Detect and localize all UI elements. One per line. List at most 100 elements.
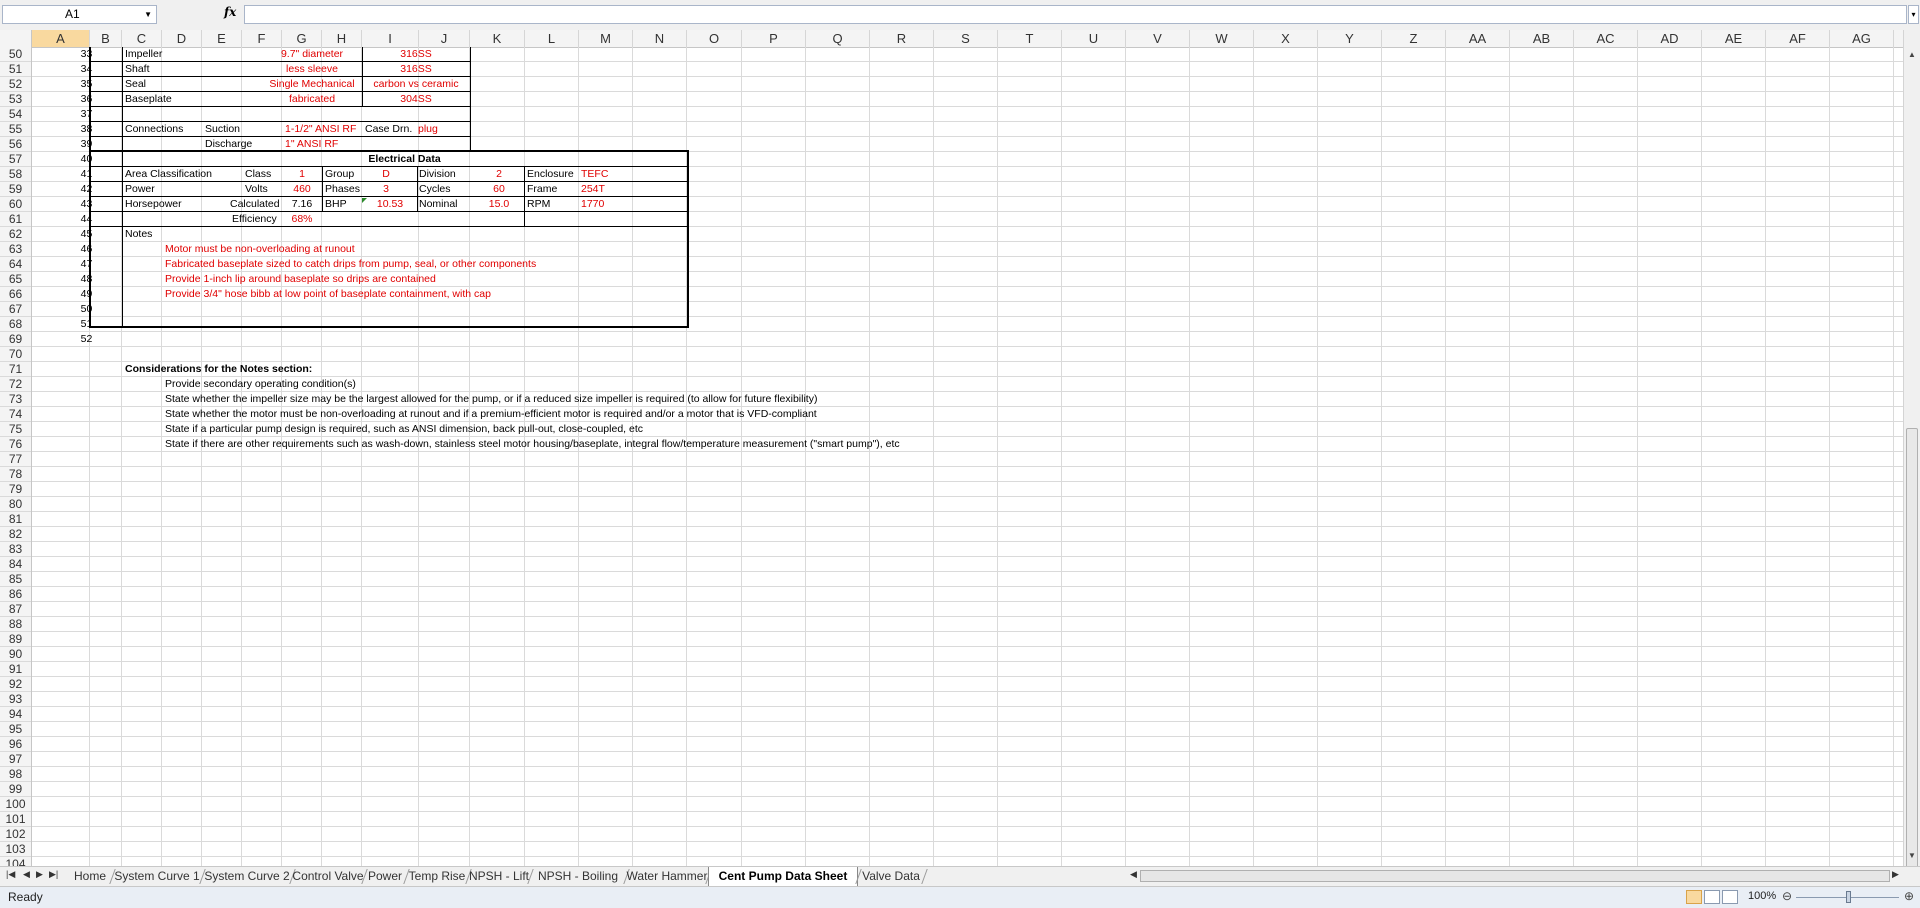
cell-efficiency-val[interactable]: 68% bbox=[282, 212, 322, 226]
cell-phases-label[interactable]: Phases bbox=[325, 182, 360, 196]
cell-line-34[interactable]: 34 bbox=[74, 62, 99, 76]
column-header-ab[interactable]: AB bbox=[1510, 30, 1574, 47]
row-header-75[interactable]: 75 bbox=[0, 422, 31, 437]
row-header-98[interactable]: 98 bbox=[0, 767, 31, 782]
cell-phases-val[interactable]: 3 bbox=[362, 182, 410, 196]
zoom-slider-knob[interactable] bbox=[1846, 891, 1851, 903]
row-header-59[interactable]: 59 bbox=[0, 182, 31, 197]
zoom-out-icon[interactable]: ⊖ bbox=[1782, 889, 1792, 903]
cell-class-val[interactable]: 1 bbox=[282, 167, 322, 181]
consideration-item[interactable]: State whether the impeller size may be t… bbox=[165, 392, 817, 406]
cell-line-51[interactable]: 51 bbox=[74, 317, 99, 331]
cell-line-48[interactable]: 48 bbox=[74, 272, 99, 286]
column-header-k[interactable]: K bbox=[470, 30, 525, 47]
row-header-55[interactable]: 55 bbox=[0, 122, 31, 137]
column-header-a[interactable]: A bbox=[32, 30, 90, 47]
cell-baseplate-val1[interactable]: fabricated bbox=[262, 92, 362, 106]
cell-area-label[interactable]: Area Classification bbox=[125, 167, 212, 181]
cell-enclosure-label[interactable]: Enclosure bbox=[527, 167, 574, 181]
row-header-89[interactable]: 89 bbox=[0, 632, 31, 647]
cell-group-label[interactable]: Group bbox=[325, 167, 354, 181]
row-header-95[interactable]: 95 bbox=[0, 722, 31, 737]
cell-line-49[interactable]: 49 bbox=[74, 287, 99, 301]
electrical-title[interactable]: Electrical Data bbox=[122, 152, 687, 166]
row-header-82[interactable]: 82 bbox=[0, 527, 31, 542]
row-header-94[interactable]: 94 bbox=[0, 707, 31, 722]
consideration-item[interactable]: Provide secondary operating condition(s) bbox=[165, 377, 356, 391]
column-header-w[interactable]: W bbox=[1190, 30, 1254, 47]
note-item[interactable]: Motor must be non-overloading at runout bbox=[165, 242, 355, 256]
column-header-u[interactable]: U bbox=[1062, 30, 1126, 47]
row-header-97[interactable]: 97 bbox=[0, 752, 31, 767]
row-header-52[interactable]: 52 bbox=[0, 77, 31, 92]
fx-icon[interactable]: fx bbox=[224, 5, 236, 19]
column-header-j[interactable]: J bbox=[419, 30, 470, 47]
note-item[interactable]: Fabricated baseplate sized to catch drip… bbox=[165, 257, 536, 271]
cell-baseplate-val2[interactable]: 304SS bbox=[362, 92, 470, 106]
row-header-80[interactable]: 80 bbox=[0, 497, 31, 512]
column-header-g[interactable]: G bbox=[282, 30, 322, 47]
cell-frame-val[interactable]: 254T bbox=[581, 182, 605, 196]
cell-bhp-label[interactable]: BHP bbox=[325, 197, 347, 211]
row-header-85[interactable]: 85 bbox=[0, 572, 31, 587]
cell-hp-label[interactable]: Horsepower bbox=[125, 197, 182, 211]
sheet-tab-npsh-boiling-liq[interactable]: NPSH - Boiling Liq bbox=[530, 867, 626, 902]
cell-nominal-val[interactable]: 15.0 bbox=[474, 197, 524, 211]
sheet-tab-cent-pump-data-sheet[interactable]: Cent Pump Data Sheet bbox=[708, 867, 858, 886]
row-header-83[interactable]: 83 bbox=[0, 542, 31, 557]
column-header-i[interactable]: I bbox=[362, 30, 419, 47]
row-header-93[interactable]: 93 bbox=[0, 692, 31, 707]
cell-rpm-val[interactable]: 1770 bbox=[581, 197, 604, 211]
cell-shaft-label[interactable]: Shaft bbox=[125, 62, 150, 76]
row-header-101[interactable]: 101 bbox=[0, 812, 31, 827]
cell-seal-val1[interactable]: Single Mechanical bbox=[262, 77, 362, 91]
sheet-tab-water-hammer[interactable]: Water Hammer bbox=[626, 867, 708, 886]
cell-shaft-val2[interactable]: 316SS bbox=[362, 62, 470, 76]
row-header-57[interactable]: 57 bbox=[0, 152, 31, 167]
vertical-scroll-thumb[interactable] bbox=[1906, 428, 1918, 888]
sheet-tab-valve-data[interactable]: Valve Data bbox=[858, 867, 924, 886]
row-header-50[interactable]: 50 bbox=[0, 47, 31, 62]
column-header-p[interactable]: P bbox=[742, 30, 806, 47]
cell-impeller-val2[interactable]: 316SS bbox=[362, 47, 470, 61]
note-item[interactable]: Provide 1-inch lip around baseplate so d… bbox=[165, 272, 436, 286]
cell-calculated-val[interactable]: 7.16 bbox=[282, 197, 322, 211]
row-header-69[interactable]: 69 bbox=[0, 332, 31, 347]
row-header-103[interactable]: 103 bbox=[0, 842, 31, 857]
cell-power-label[interactable]: Power bbox=[125, 182, 155, 196]
scroll-up-icon[interactable]: ▲ bbox=[1904, 47, 1920, 63]
column-header-x[interactable]: X bbox=[1254, 30, 1318, 47]
cell-division-val[interactable]: 2 bbox=[474, 167, 524, 181]
cell-line-50[interactable]: 50 bbox=[74, 302, 99, 316]
cell-line-35[interactable]: 35 bbox=[74, 77, 99, 91]
column-header-d[interactable]: D bbox=[162, 30, 202, 47]
row-header-58[interactable]: 58 bbox=[0, 167, 31, 182]
formula-input[interactable] bbox=[244, 5, 1907, 24]
cell-line-52[interactable]: 52 bbox=[74, 332, 99, 346]
row-header-53[interactable]: 53 bbox=[0, 92, 31, 107]
column-header-e[interactable]: E bbox=[202, 30, 242, 47]
row-header-56[interactable]: 56 bbox=[0, 137, 31, 152]
cell-discharge-val[interactable]: 1" ANSI RF bbox=[285, 137, 338, 151]
sheet-tab-control-valve[interactable]: Control Valve bbox=[292, 867, 364, 886]
row-header-91[interactable]: 91 bbox=[0, 662, 31, 677]
cell-cycles-val[interactable]: 60 bbox=[474, 182, 524, 196]
row-header-99[interactable]: 99 bbox=[0, 782, 31, 797]
row-header-70[interactable]: 70 bbox=[0, 347, 31, 362]
scroll-down-icon[interactable]: ▼ bbox=[1904, 848, 1920, 864]
row-header-86[interactable]: 86 bbox=[0, 587, 31, 602]
cell-connections-label[interactable]: Connections bbox=[125, 122, 183, 136]
column-header-aa[interactable]: AA bbox=[1446, 30, 1510, 47]
row-header-79[interactable]: 79 bbox=[0, 482, 31, 497]
column-header-h[interactable]: H bbox=[322, 30, 362, 47]
horizontal-scrollbar[interactable]: ◀ ▶ bbox=[1130, 869, 1903, 884]
cell-line-36[interactable]: 36 bbox=[74, 92, 99, 106]
zoom-level[interactable]: 100% bbox=[1748, 890, 1776, 902]
cell-baseplate-label[interactable]: Baseplate bbox=[125, 92, 172, 106]
row-header-64[interactable]: 64 bbox=[0, 257, 31, 272]
prev-sheet-icon[interactable]: ◀ bbox=[23, 869, 30, 880]
column-header-o[interactable]: O bbox=[687, 30, 742, 47]
row-header-68[interactable]: 68 bbox=[0, 317, 31, 332]
scroll-left-icon[interactable]: ◀ bbox=[1130, 869, 1137, 880]
page-layout-view-button[interactable] bbox=[1704, 890, 1720, 904]
